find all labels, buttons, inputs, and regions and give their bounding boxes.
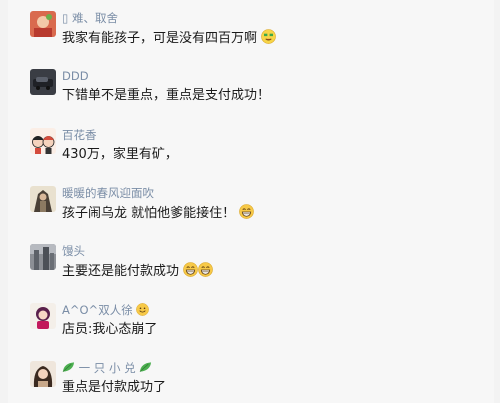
leaf-icon [62, 362, 75, 372]
comment-text-content: 主要还是能付款成功 [62, 264, 180, 279]
comment-text: 重点是付款成功了 [62, 380, 167, 395]
commenter-name[interactable]: A^O^双人徐 [62, 303, 150, 318]
commenter-name-text: A^O^双人徐 [62, 303, 133, 317]
comment-text: 430万，家里有矿， [62, 147, 178, 162]
comment-text: 店员:我心态崩了 [62, 322, 158, 337]
comment-item: ▯ 难、取舍 我家有能孩子，可是没有四百万啊 [30, 11, 490, 61]
avatar[interactable] [30, 128, 56, 154]
avatar[interactable] [30, 69, 56, 95]
commenter-name[interactable]: ▯ 难、取舍 [62, 11, 118, 26]
avatar[interactable] [30, 11, 56, 37]
avatar[interactable] [30, 186, 56, 212]
comment-text-content: 孩子闹乌龙 就怕他爹能接住！ [62, 206, 236, 221]
comment-item: DDD 下错单不是重点，重点是支付成功！ [30, 69, 490, 119]
smile-icon [136, 303, 150, 316]
leaf-icon [139, 362, 152, 372]
commenter-name[interactable]: 馒头 [62, 244, 85, 259]
avatar[interactable] [30, 244, 56, 270]
grin-icon [183, 262, 198, 277]
comment-panel: ▯ 难、取舍 我家有能孩子，可是没有四百万啊 DDD 下错单不是重点，重点是支付… [8, 0, 494, 403]
commenter-name[interactable]: 暖暖的春风迎面吹 [62, 186, 154, 201]
comment-text: 我家有能孩子，可是没有四百万啊 [62, 29, 276, 48]
comment-item: 百花香 430万，家里有矿， [30, 128, 490, 178]
avatar[interactable] [30, 303, 56, 329]
commenter-name-text: 一 只 小 兑 [78, 361, 136, 375]
comment-text: 主要还是能付款成功 [62, 262, 213, 281]
comment-item: 馒头 主要还是能付款成功 [30, 244, 490, 294]
comment-text: 下错单不是重点，重点是支付成功！ [62, 88, 271, 103]
comment-item: 一 只 小 兑 重点是付款成功了 [30, 361, 490, 403]
commenter-name[interactable]: 百花香 [62, 128, 97, 143]
comment-text-content: 我家有能孩子，可是没有四百万啊 [62, 31, 258, 46]
comment-item: A^O^双人徐 店员:我心态崩了 [30, 303, 490, 353]
grin-icon [239, 204, 255, 219]
comment-text: 孩子闹乌龙 就怕他爹能接住！ [62, 204, 255, 223]
avatar[interactable] [30, 361, 56, 387]
commenter-name[interactable]: DDD [62, 69, 89, 84]
commenter-name[interactable]: 一 只 小 兑 [62, 361, 152, 376]
money-face-icon [261, 29, 276, 44]
grin-icon [198, 262, 213, 277]
comment-item: 暖暖的春风迎面吹 孩子闹乌龙 就怕他爹能接住！ [30, 186, 490, 236]
